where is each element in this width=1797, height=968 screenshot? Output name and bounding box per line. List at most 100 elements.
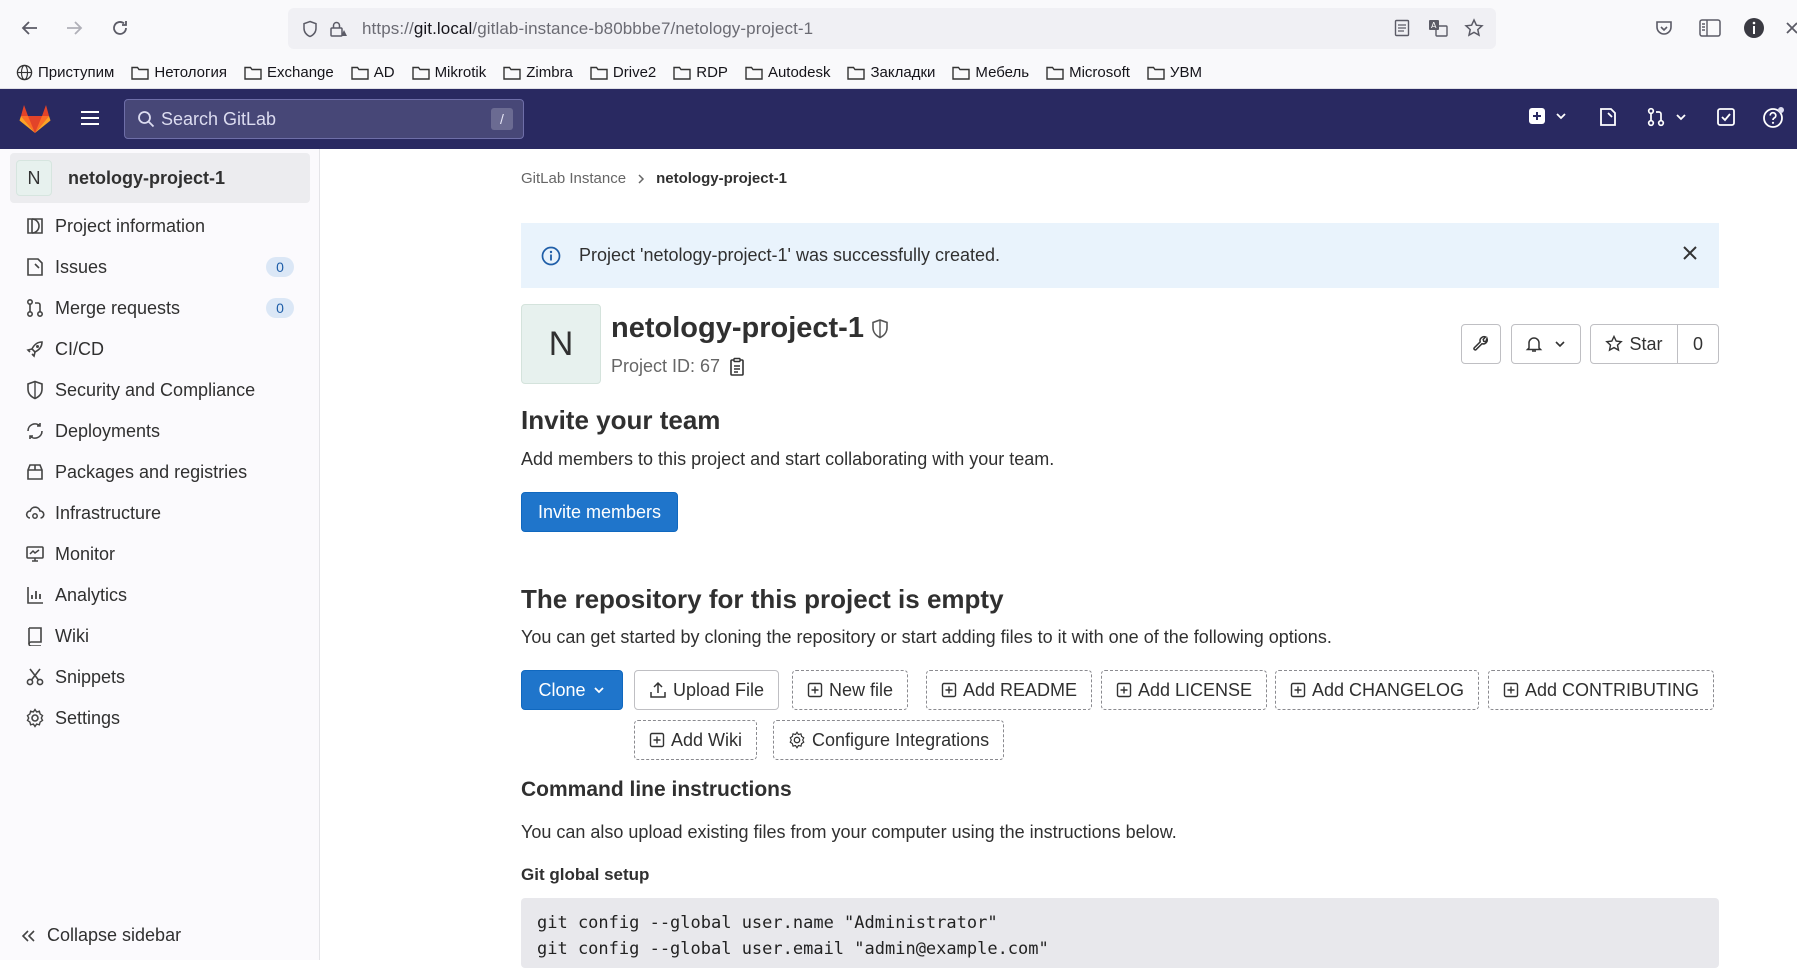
sidebar-project-name: netology-project-1: [68, 167, 226, 188]
bookmark-label: Exchange: [267, 64, 334, 81]
close-icon: [1786, 22, 1797, 34]
sidebar-item-label: Issues: [55, 256, 108, 277]
menu-button[interactable]: [78, 106, 102, 135]
extension-button[interactable]: [1738, 12, 1770, 44]
plus-square-icon: [1529, 108, 1545, 124]
create-new-dropdown[interactable]: [1528, 107, 1568, 125]
bookmark-star-icon[interactable]: [1460, 14, 1488, 42]
scissors-icon: [24, 666, 46, 688]
star-count[interactable]: 0: [1677, 324, 1719, 364]
copy-clipboard-icon[interactable]: [728, 357, 746, 377]
sidebar-item-security[interactable]: Security and Compliance: [24, 375, 304, 405]
settings-wrench-button[interactable]: [1461, 324, 1501, 364]
plus-square-icon: [941, 682, 957, 698]
sidebar-project-header[interactable]: N netology-project-1: [10, 153, 310, 203]
forward-button[interactable]: [58, 12, 90, 44]
project-title-text: netology-project-1: [611, 312, 864, 344]
reload-button[interactable]: [104, 12, 136, 44]
add-changelog-button[interactable]: Add CHANGELOG: [1275, 670, 1480, 710]
sidebar-item-merge-requests[interactable]: Merge requests 0: [24, 293, 304, 323]
sidebar-item-analytics[interactable]: Analytics: [24, 580, 304, 610]
star-button[interactable]: Star: [1590, 324, 1678, 364]
address-bar[interactable]: https://git.local/gitlab-instance-b80bbb…: [288, 8, 1496, 49]
tracking-shield-icon[interactable]: [296, 15, 324, 43]
sidebar-item-snippets[interactable]: Snippets: [24, 662, 304, 692]
sidebar-item-label: Monitor: [55, 543, 116, 564]
help-dropdown[interactable]: [1762, 107, 1784, 129]
sidebar-item-label: Infrastructure: [55, 502, 162, 523]
gitlab-logo[interactable]: [18, 102, 52, 139]
book-icon: [24, 625, 46, 647]
add-license-button[interactable]: Add LICENSE: [1101, 670, 1268, 710]
dismiss-alert-button[interactable]: [1681, 244, 1699, 267]
sidebar-item-deployments[interactable]: Deployments: [24, 416, 304, 446]
star-icon: [1605, 335, 1624, 352]
bookmark-label: Нетология: [154, 64, 227, 81]
bookmark-label: Мебель: [975, 64, 1030, 81]
issues-shortcut[interactable]: [1598, 107, 1618, 127]
bookmark-folder[interactable]: RDP: [673, 64, 728, 81]
sidebar-icon: [1699, 19, 1721, 37]
add-readme-button[interactable]: Add README: [926, 670, 1093, 710]
plus-square-icon: [1116, 682, 1132, 698]
back-button[interactable]: [14, 12, 46, 44]
todos-shortcut[interactable]: [1716, 107, 1736, 127]
url-text[interactable]: https://git.local/gitlab-instance-b80bbb…: [362, 19, 813, 39]
issues-icon: [1600, 108, 1616, 126]
bookmark-item[interactable]: Приступим: [16, 64, 114, 81]
svg-text:A: A: [1431, 21, 1437, 30]
pocket-button[interactable]: [1648, 12, 1680, 44]
new-file-button[interactable]: New file: [792, 670, 909, 710]
git-setup-code-block[interactable]: git config --global user.name "Administr…: [521, 898, 1719, 968]
upload-file-button[interactable]: Upload File: [634, 670, 780, 710]
add-wiki-button[interactable]: Add Wiki: [634, 720, 758, 760]
invite-members-button[interactable]: Invite members: [521, 492, 678, 532]
translate-icon[interactable]: A: [1424, 14, 1452, 42]
pocket-icon: [1656, 21, 1672, 35]
alert-message: Project 'netology-project-1' was success…: [579, 245, 1001, 265]
bookmark-folder[interactable]: Autodesk: [745, 64, 830, 81]
add-contributing-button[interactable]: Add CONTRIBUTING: [1488, 670, 1715, 710]
sidebar-item-cicd[interactable]: CI/CD: [24, 334, 304, 364]
bookmark-folder[interactable]: Нетология: [131, 64, 227, 81]
sidebar-item-settings[interactable]: Settings: [24, 703, 304, 733]
info-icon: [24, 215, 46, 237]
bookmark-folder[interactable]: УВМ: [1147, 64, 1202, 81]
sidebar-item-packages[interactable]: Packages and registries: [24, 457, 304, 487]
cli-text: You can also upload existing files from …: [521, 822, 1177, 842]
breadcrumb-current[interactable]: netology-project-1: [656, 170, 787, 187]
close-overflow-button[interactable]: [1776, 12, 1797, 44]
configure-integrations-button[interactable]: Configure Integrations: [773, 720, 1005, 760]
sidebar-item-project-information[interactable]: Project information: [24, 211, 304, 241]
sidebar-item-wiki[interactable]: Wiki: [24, 621, 304, 651]
project-avatar: N: [16, 160, 52, 196]
bookmark-folder[interactable]: AD: [351, 64, 395, 81]
bookmark-folder[interactable]: Drive2: [590, 64, 656, 81]
folder-icon: [673, 66, 691, 80]
chart-icon: [24, 584, 46, 606]
bookmark-folder[interactable]: Zimbra: [503, 64, 573, 81]
extension-info-icon: [1744, 18, 1764, 38]
sidebar-item-infrastructure[interactable]: Infrastructure: [24, 498, 304, 528]
notification-dropdown[interactable]: [1511, 324, 1581, 364]
bookmark-folder[interactable]: Мебель: [952, 64, 1029, 81]
breadcrumb-parent-link[interactable]: GitLab Instance: [521, 170, 626, 187]
sidebar-item-monitor[interactable]: Monitor: [24, 539, 304, 569]
add-contributing-label: Add CONTRIBUTING: [1525, 679, 1700, 700]
search-input[interactable]: Search GitLab /: [124, 99, 524, 139]
sidebar-item-issues[interactable]: Issues 0: [24, 252, 304, 282]
bookmark-folder[interactable]: Microsoft: [1046, 64, 1130, 81]
reader-view-icon[interactable]: [1388, 14, 1416, 42]
lock-warning-icon[interactable]: [324, 15, 352, 43]
folder-icon: [952, 66, 971, 80]
collapse-sidebar-button[interactable]: Collapse sidebar: [20, 925, 181, 946]
clone-dropdown-button[interactable]: Clone: [521, 670, 623, 710]
bookmark-folder[interactable]: Exchange: [244, 64, 334, 81]
bookmark-folder[interactable]: Mikrotik: [411, 64, 486, 81]
url-path: /gitlab-instance-b80bbbe7/netology-proje…: [472, 18, 814, 38]
help-icon: [1763, 107, 1784, 128]
sidebar-toggle-button[interactable]: [1694, 12, 1726, 44]
arrow-right-icon: [67, 21, 83, 35]
merge-requests-dropdown[interactable]: [1646, 107, 1688, 127]
bookmark-folder[interactable]: Закладки: [847, 64, 935, 81]
